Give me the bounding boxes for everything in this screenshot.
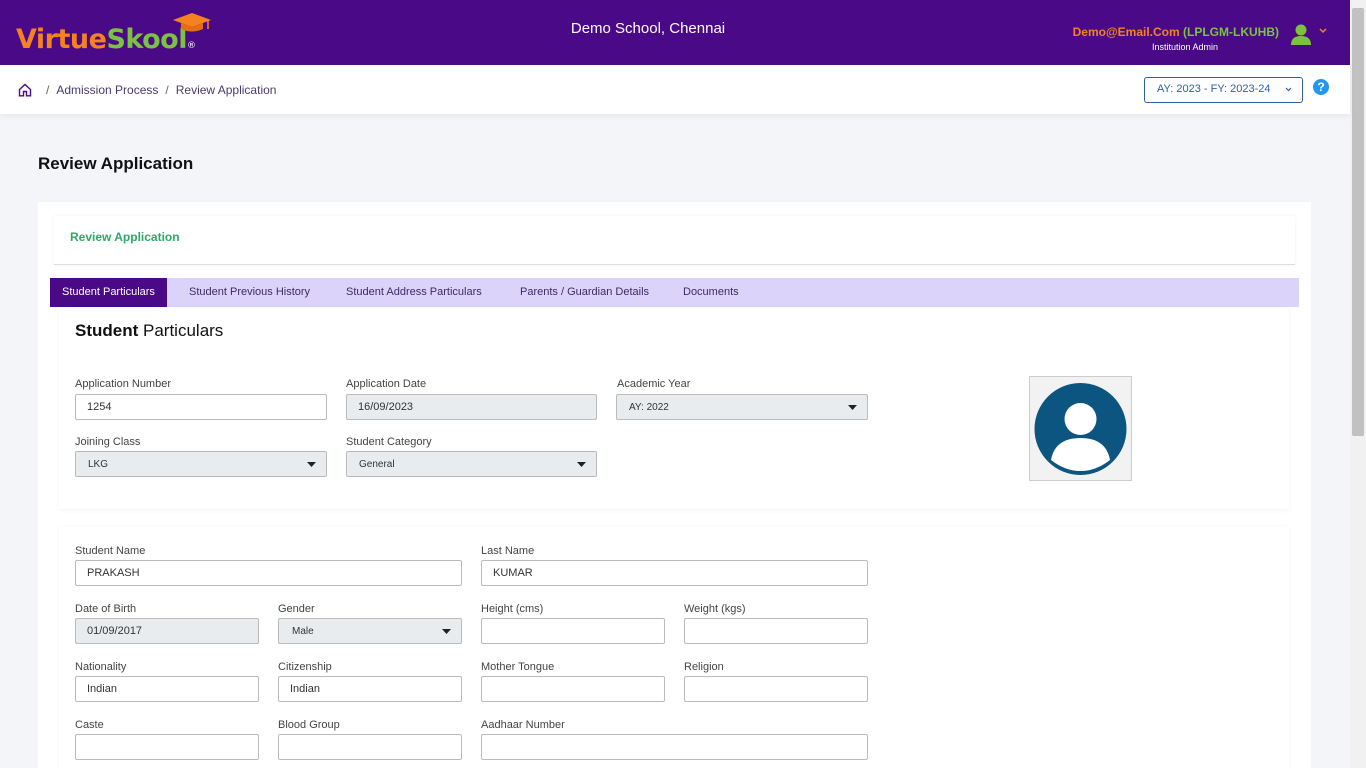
tab-student-previous-history[interactable]: Student Previous History [177,278,322,307]
user-email-address: Demo@Email.Com [1072,25,1180,39]
help-icon[interactable]: ? [1313,79,1329,95]
caste-field[interactable] [75,734,259,760]
scrollbar-thumb[interactable] [1352,8,1364,436]
user-code: (LPLGM-LKUHB) [1183,25,1279,39]
dropdown-arrow-icon [307,462,316,467]
academic-year-selector-value: AY: 2023 - FY: 2023-24 [1157,83,1271,95]
religion-field[interactable] [684,676,868,702]
application-date-label: Application Date [346,378,427,390]
student-category-select[interactable]: General [346,451,597,477]
citizenship-label: Citizenship [278,661,332,673]
nationality-field[interactable]: Indian [75,676,259,702]
breadcrumb-separator: / [165,83,169,97]
card-header: Review Application [54,216,1295,265]
gender-label: Gender [278,603,315,615]
logo-registered-mark: ® [186,41,196,51]
gender-select[interactable]: Male [278,618,462,644]
chevron-down-icon [1285,87,1292,92]
student-photo-placeholder-icon [1034,383,1127,475]
blood-group-field[interactable] [278,734,462,760]
student-category-select-value: General [359,459,395,470]
academic-year-select-value: AY: 2022 [629,402,669,413]
joining-class-label: Joining Class [75,436,141,448]
student-category-label: Student Category [346,436,432,448]
blood-group-label: Blood Group [278,719,340,731]
breadcrumb-separator: / [46,83,50,97]
height-field[interactable] [481,618,665,644]
breadcrumb-bar: / Admission Process / Review Application AY… [0,65,1350,114]
caste-label: Caste [75,719,104,731]
height-label: Height (cms) [481,603,544,615]
application-number-label: Application Number [75,378,171,390]
top-header: VirtueSkool® Demo School, Chennai Demo@E… [0,0,1350,65]
page-title: Review Application [38,154,194,173]
aadhaar-number-label: Aadhaar Number [481,719,565,731]
card-header-title: Review Application [70,230,180,244]
user-email[interactable]: Demo@Email.Com (LPLGM-LKUHB) [1073,25,1279,39]
aadhaar-number-field[interactable] [481,734,868,760]
tab-documents[interactable]: Documents [671,278,751,307]
dropdown-arrow-icon [577,462,586,467]
joining-class-select[interactable]: LKG [75,451,327,477]
religion-label: Religion [684,661,724,673]
student-name-label: Student Name [75,545,146,557]
user-avatar-icon[interactable] [1289,22,1313,46]
joining-class-select-value: LKG [88,459,109,470]
chevron-down-icon[interactable] [1318,26,1328,36]
section-title-bold: Student [75,321,139,340]
last-name-label: Last Name [481,545,535,557]
application-number-field[interactable]: 1254 [75,394,327,420]
mother-tongue-label: Mother Tongue [481,661,555,673]
tab-bar: Student Particulars Student Previous His… [50,278,1299,307]
section-title-rest: Particulars [138,321,224,340]
student-photo[interactable] [1029,376,1132,481]
student-name-field[interactable]: PRAKASH [75,560,462,586]
home-icon[interactable] [18,83,32,97]
application-date-field[interactable]: 16/09/2023 [346,394,597,420]
last-name-field[interactable]: KUMAR [481,560,868,586]
academic-year-select[interactable]: AY: 2022 [616,394,868,420]
dropdown-arrow-icon [848,405,857,410]
tab-student-particulars[interactable]: Student Particulars [50,278,167,307]
breadcrumb-review-application: Review Application [175,83,277,97]
academic-year-label: Academic Year [617,378,691,390]
date-of-birth-field[interactable]: 01/09/2017 [75,618,259,644]
citizenship-field[interactable]: Indian [278,676,462,702]
nationality-label: Nationality [75,661,127,673]
academic-year-selector[interactable]: AY: 2023 - FY: 2023-24 [1144,77,1303,103]
gender-select-value: Male [292,626,314,637]
section-title: Student Particulars [75,321,223,341]
mother-tongue-field[interactable] [481,676,665,702]
breadcrumb-admission-process[interactable]: Admission Process [56,83,158,97]
tab-parents-guardian-details[interactable]: Parents / Guardian Details [508,278,661,307]
date-of-birth-label: Date of Birth [75,603,137,615]
user-role: Institution Admin [1151,42,1218,52]
weight-field[interactable] [684,618,868,644]
breadcrumb: / Admission Process / Review Application [39,83,276,97]
dropdown-arrow-icon [442,629,451,634]
tab-student-address-particulars[interactable]: Student Address Particulars [334,278,494,307]
weight-label: Weight (kgs) [684,603,746,615]
